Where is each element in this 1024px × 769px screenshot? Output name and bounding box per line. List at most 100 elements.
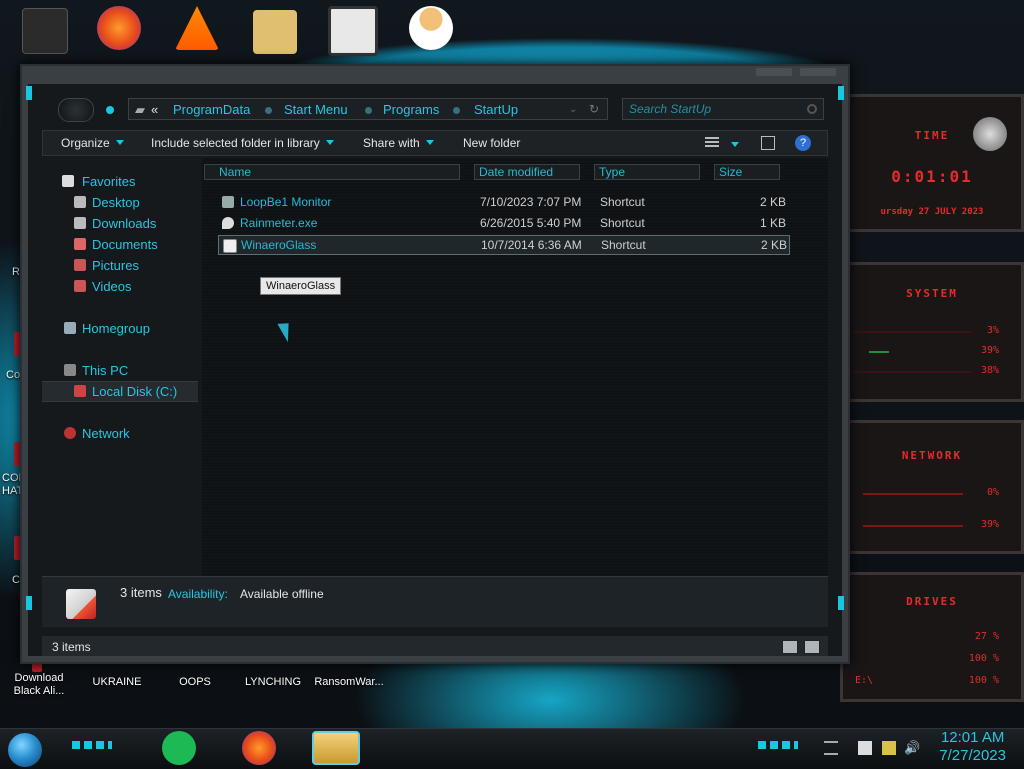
shortcut-icon: [222, 196, 234, 208]
drives-gadget: DRIVES 27 % 100 % E:\ 100 %: [840, 572, 1024, 702]
organize-menu[interactable]: Organize: [61, 136, 124, 150]
details-pane: 3 items Availability: Available offline: [42, 576, 828, 627]
gadget-bar: [853, 371, 971, 373]
desktop-icon-firefox[interactable]: [84, 6, 154, 52]
breadcrumb-startup[interactable]: StartUp: [474, 102, 518, 117]
network-in-value: 0%: [986, 487, 999, 498]
clock-time: 12:01 AM: [940, 729, 1005, 746]
availability-value: Available offline: [240, 587, 324, 601]
file-row[interactable]: Rainmeter.exe 6/26/2015 5:40 PM Shortcut…: [218, 214, 788, 232]
network-status-icon[interactable]: [882, 741, 896, 755]
nav-label: Homegroup: [82, 321, 150, 336]
file-type: Shortcut: [600, 195, 645, 209]
nav-downloads[interactable]: Downloads: [42, 214, 198, 233]
breadcrumb-overflow[interactable]: «: [151, 102, 158, 117]
computer-icon: [64, 364, 76, 376]
nav-favorites[interactable]: Favorites: [42, 172, 198, 191]
explorer-window[interactable]: ▰ « ProgramData Start Menu Programs Star…: [20, 64, 850, 664]
file-list[interactable]: Name Date modified Type Size LoopBe1 Mon…: [202, 158, 828, 576]
recent-locations-icon[interactable]: [106, 106, 114, 114]
status-bar: 3 items: [42, 636, 828, 656]
nav-this-pc[interactable]: This PC: [42, 361, 198, 380]
desktop-icon-doctor[interactable]: [396, 6, 466, 52]
show-hidden-icons-icon[interactable]: [824, 741, 838, 755]
status-item-count: 3 items: [52, 640, 91, 654]
desktop-icon-editor[interactable]: [240, 10, 310, 56]
spotify-icon[interactable]: [162, 731, 196, 765]
clock-date: 7/27/2023: [939, 747, 1006, 764]
nav-pictures[interactable]: Pictures: [42, 256, 198, 275]
folder-icon: ▰: [135, 102, 145, 117]
nav-label: Videos: [92, 279, 132, 294]
homegroup-icon: [64, 322, 76, 334]
address-bar[interactable]: ▰ « ProgramData Start Menu Programs Star…: [128, 98, 608, 120]
refresh-icon[interactable]: ↻: [589, 102, 599, 116]
network-graph: [863, 525, 963, 527]
nav-homegroup[interactable]: Homegroup: [42, 319, 198, 338]
minimize-button[interactable]: [756, 68, 792, 76]
new-folder-button[interactable]: New folder: [463, 136, 520, 150]
desktop-icon-ukraine[interactable]: UKRAINE: [82, 676, 152, 689]
desktop-icon-top-1[interactable]: [10, 8, 80, 56]
share-with-menu[interactable]: Share with: [363, 136, 434, 150]
nav-videos[interactable]: Videos: [42, 277, 198, 296]
breadcrumb-separator[interactable]: [453, 107, 460, 114]
file-name: WinaeroGlass: [241, 238, 317, 252]
large-icons-view-icon[interactable]: [804, 640, 820, 654]
column-header-size[interactable]: Size: [714, 164, 780, 180]
address-bar-area: ▰ « ProgramData Start Menu Programs Star…: [46, 94, 826, 124]
start-button[interactable]: [8, 733, 42, 767]
desktop-icon-ransomware[interactable]: RansomWar...: [314, 676, 384, 689]
file-name: Rainmeter.exe: [240, 216, 318, 230]
file-date: 7/10/2023 7:07 PM: [480, 195, 582, 209]
firefox-icon: [97, 6, 141, 50]
desktop-icon-label: LYNCHING: [244, 676, 302, 688]
desktop-icon-game[interactable]: [318, 6, 388, 58]
file-row[interactable]: LoopBe1 Monitor 7/10/2023 7:07 PM Shortc…: [218, 193, 788, 211]
desktop-icon-vlc[interactable]: [162, 6, 232, 52]
column-header-name[interactable]: Name: [204, 164, 460, 180]
breadcrumb-start-menu[interactable]: Start Menu: [284, 102, 348, 117]
frame-accent: [838, 596, 844, 610]
nav-label: Favorites: [82, 174, 136, 189]
file-size: 2 KB: [759, 195, 786, 209]
flag-icon[interactable]: [858, 741, 872, 755]
volume-icon[interactable]: 🔊: [904, 741, 920, 755]
help-icon[interactable]: ?: [795, 135, 811, 151]
gadget-title: DRIVES: [906, 595, 958, 608]
nav-documents[interactable]: Documents: [42, 235, 198, 254]
memory-value: 39%: [980, 345, 999, 356]
chevron-down-icon[interactable]: [731, 142, 739, 147]
back-button[interactable]: [58, 98, 94, 122]
search-box[interactable]: [622, 98, 824, 120]
nav-network[interactable]: Network: [42, 424, 198, 443]
breadcrumb-programdata[interactable]: ProgramData: [173, 102, 250, 117]
firefox-icon[interactable]: [242, 731, 276, 765]
file-size: 2 KB: [760, 238, 787, 252]
column-header-type[interactable]: Type: [594, 164, 700, 180]
search-icon[interactable]: [807, 104, 817, 114]
system-gadget: SYSTEM 3% 39% 38%: [840, 262, 1024, 402]
file-row-selected[interactable]: WinaeroGlass 10/7/2014 6:36 AM Shortcut …: [218, 235, 790, 255]
nav-local-disk[interactable]: Local Disk (C:): [42, 381, 198, 402]
search-input[interactable]: [623, 99, 810, 119]
preview-pane-icon[interactable]: [761, 136, 775, 150]
file-explorer-icon[interactable]: [312, 731, 360, 765]
desktop-icon-lynching[interactable]: LYNCHING: [238, 676, 308, 689]
taskbar-clock[interactable]: 12:01 AM 7/27/2023: [939, 729, 1006, 765]
nav-label: Downloads: [92, 216, 157, 231]
nav-label: Desktop: [92, 195, 140, 210]
breadcrumb-programs[interactable]: Programs: [383, 102, 439, 117]
desktop-icon-oops[interactable]: OOPS: [160, 676, 230, 689]
breadcrumb-separator[interactable]: [265, 107, 272, 114]
availability-label: Availability:: [168, 587, 228, 601]
view-options-icon[interactable]: [705, 137, 719, 149]
nav-desktop[interactable]: Desktop: [42, 193, 198, 212]
breadcrumb-separator[interactable]: [365, 107, 372, 114]
chevron-down-icon[interactable]: ⌄: [569, 104, 577, 115]
column-header-date[interactable]: Date modified: [474, 164, 580, 180]
include-in-library-menu[interactable]: Include selected folder in library: [151, 136, 334, 150]
close-button[interactable]: [800, 68, 836, 76]
command-bar: Organize Include selected folder in libr…: [42, 130, 828, 156]
details-view-icon[interactable]: [782, 640, 798, 654]
